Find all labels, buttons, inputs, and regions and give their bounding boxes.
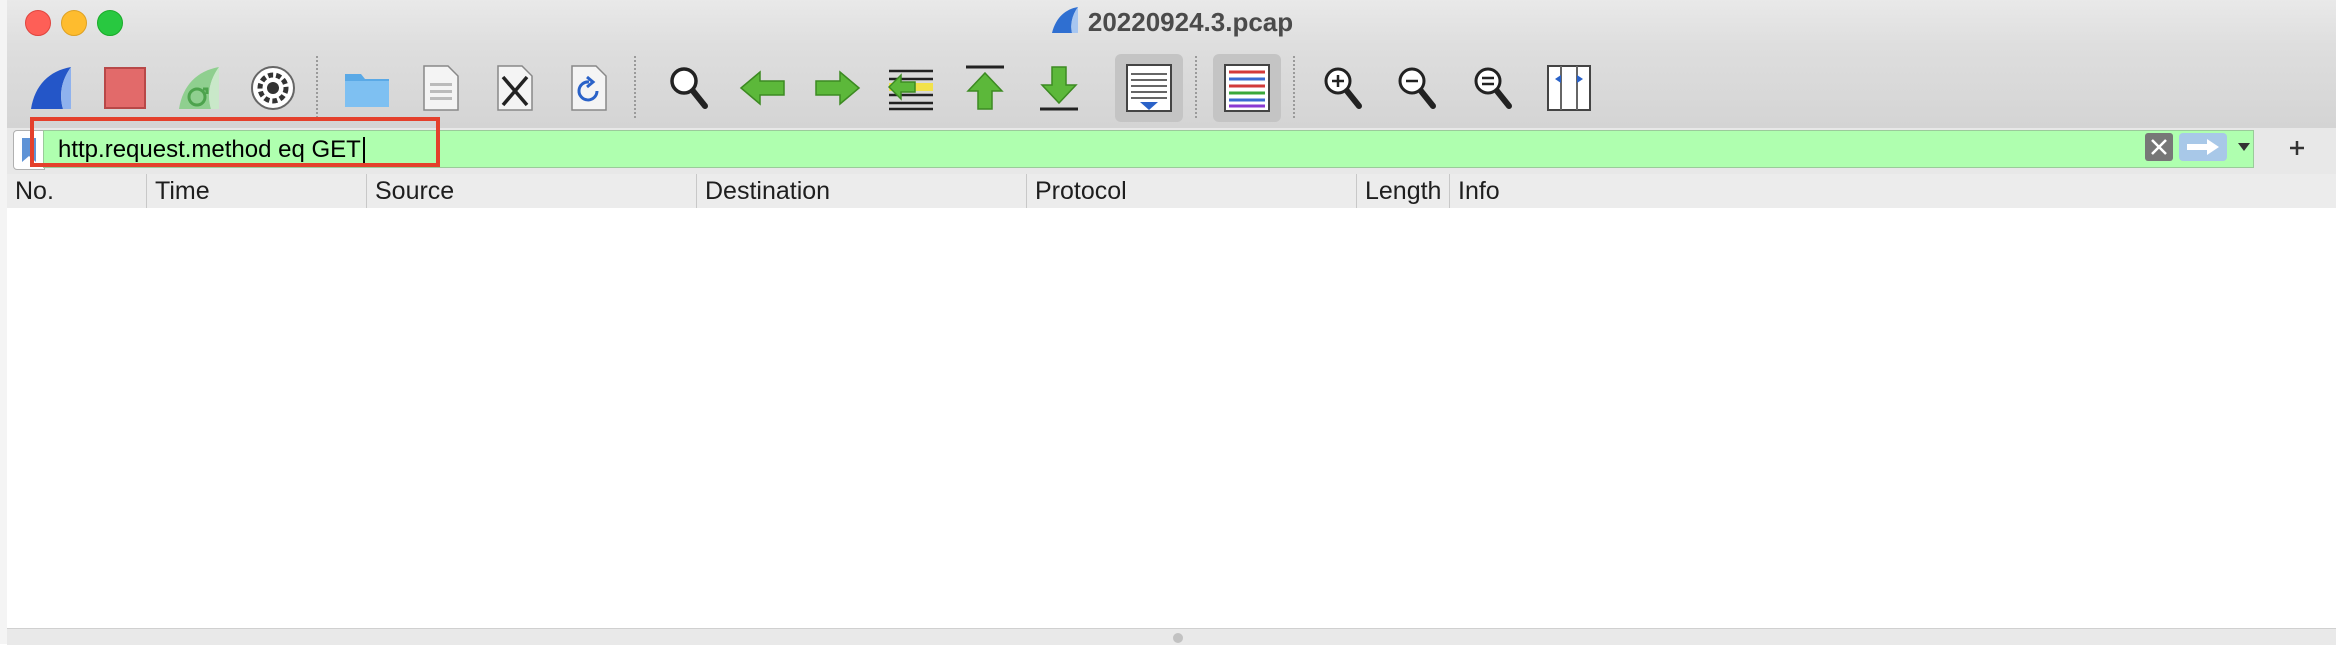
window-title-group: 20220924.3.pcap (7, 4, 2336, 40)
colorize-lines-icon (1224, 64, 1270, 112)
go-to-packet-button[interactable] (877, 54, 945, 122)
close-file-icon (497, 65, 533, 111)
pane-splitter[interactable] (7, 628, 2336, 645)
toolbar-separator (316, 56, 318, 118)
column-header-no[interactable]: No. (7, 174, 147, 208)
arrow-up-first-icon (966, 65, 1004, 110)
filter-highlight-annotation (30, 117, 440, 167)
restart-fin-icon (179, 67, 219, 109)
autoscroll-icon (1126, 64, 1172, 112)
add-filter-button[interactable] (2277, 128, 2317, 168)
file-icon (423, 65, 459, 111)
stop-capture-button[interactable] (91, 54, 159, 122)
colorize-button[interactable] (1213, 54, 1281, 122)
resize-columns-button[interactable] (1535, 54, 1603, 122)
column-header-destination[interactable]: Destination (697, 174, 1027, 208)
close-file-button[interactable] (481, 54, 549, 122)
apply-filter-button[interactable] (2179, 133, 2227, 161)
save-file-button[interactable] (407, 54, 475, 122)
open-file-button[interactable] (333, 54, 401, 122)
reload-icon (571, 65, 607, 111)
reload-file-button[interactable] (555, 54, 623, 122)
clear-x-icon (2151, 139, 2167, 155)
column-header-info[interactable]: Info (1450, 174, 2336, 208)
zoom-out-button[interactable] (1383, 54, 1451, 122)
toolbar-separator (1195, 56, 1197, 118)
splitter-grip[interactable] (1173, 633, 1183, 643)
go-to-packet-icon (887, 69, 933, 111)
autoscroll-button[interactable] (1115, 54, 1183, 122)
restart-capture-button[interactable] (165, 54, 233, 122)
column-header-protocol[interactable]: Protocol (1027, 174, 1357, 208)
toolbar-separator (634, 56, 636, 118)
filter-history-dropdown[interactable] (2232, 134, 2256, 160)
wireshark-fin-icon (1050, 5, 1080, 40)
zoom-in-icon (1324, 67, 1362, 109)
capture-options-button[interactable] (239, 54, 307, 122)
zoom-reset-icon (1474, 67, 1512, 109)
window-title: 20220924.3.pcap (1087, 6, 1294, 37)
main-toolbar (7, 46, 2336, 128)
toolbar-separator (1293, 56, 1295, 118)
clear-filter-button[interactable] (2145, 133, 2173, 161)
arrow-right-icon (2187, 139, 2219, 155)
chevron-down-icon (2238, 143, 2250, 151)
find-packet-button[interactable] (655, 54, 723, 122)
zoom-out-icon (1398, 67, 1436, 109)
title-bar: 20220924.3.pcap (7, 0, 2336, 46)
column-header-source[interactable]: Source (367, 174, 697, 208)
packet-list[interactable] (7, 208, 2336, 628)
normal-size-button[interactable] (1459, 54, 1527, 122)
arrow-left-icon (739, 70, 785, 106)
packet-list-header: No. Time Source Destination Protocol Len… (7, 174, 2336, 209)
column-header-time[interactable]: Time (147, 174, 367, 208)
go-forward-button[interactable] (803, 54, 871, 122)
go-last-button[interactable] (1025, 54, 1093, 122)
folder-icon (345, 74, 389, 107)
go-first-button[interactable] (951, 54, 1019, 122)
start-capture-button[interactable] (17, 54, 85, 122)
gear-icon (251, 66, 295, 110)
zoom-in-button[interactable] (1309, 54, 1377, 122)
go-back-button[interactable] (729, 54, 797, 122)
column-header-length[interactable]: Length (1357, 174, 1450, 208)
arrow-down-last-icon (1040, 66, 1078, 111)
plus-icon (2290, 141, 2304, 155)
arrow-right-icon (815, 70, 861, 106)
resize-columns-icon (1547, 65, 1591, 111)
stop-square-icon (104, 67, 146, 109)
shark-fin-icon (31, 67, 71, 109)
magnifier-icon (670, 67, 708, 109)
